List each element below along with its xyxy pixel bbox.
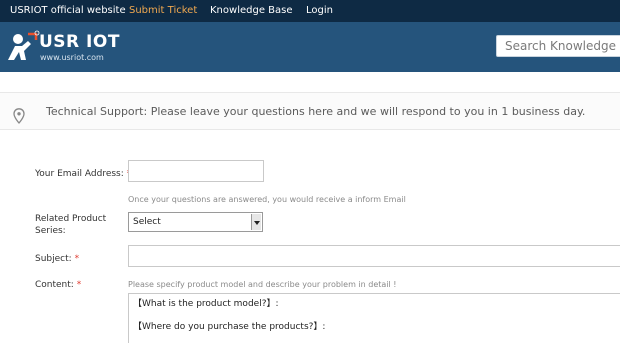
location-pin-icon	[13, 108, 25, 124]
email-field[interactable]	[128, 160, 264, 182]
email-label-text: Your Email Address:	[35, 169, 124, 179]
subject-label-text: Subject:	[35, 254, 72, 264]
content-hint: Please specify product model and describ…	[128, 280, 397, 289]
top-nav: USRIOT official website Submit Ticket Kn…	[0, 0, 620, 22]
content-label: Content: *	[35, 279, 81, 291]
content-textarea[interactable]: 【What is the product model?】: 【Where do …	[128, 293, 620, 343]
nav-knowledge-base-link[interactable]: Knowledge Base	[210, 4, 293, 18]
brand-name: USR IOT	[39, 32, 120, 52]
support-notice-text: Technical Support: Please leave your que…	[46, 105, 586, 118]
usr-iot-logo-icon	[8, 30, 40, 60]
subject-field[interactable]	[128, 245, 620, 267]
product-series-label-line1: Related Product	[35, 214, 107, 224]
email-label: Your Email Address: *	[35, 168, 131, 180]
subject-label: Subject: *	[35, 253, 79, 265]
email-hint: Once your questions are answered, you wo…	[128, 195, 406, 204]
required-asterisk: *	[76, 280, 82, 290]
chevron-down-icon[interactable]	[251, 214, 261, 230]
content-label-text: Content:	[35, 280, 74, 290]
knowledge-base-search-input[interactable]	[496, 35, 620, 57]
content-prefill-line2: 【Where do you purchase the products?】:	[133, 322, 326, 332]
required-asterisk: *	[74, 254, 80, 264]
product-series-select[interactable]: Select	[128, 212, 263, 232]
brand-url: www.usriot.com	[40, 53, 104, 62]
product-series-label-line2: Series:	[35, 226, 66, 236]
nav-submit-ticket-link[interactable]: Submit Ticket	[129, 4, 197, 18]
nav-login-link[interactable]: Login	[306, 4, 333, 18]
nav-official-website-link[interactable]: USRIOT official website	[10, 4, 126, 18]
product-series-selected-value: Select	[133, 217, 161, 227]
content-prefill-line1: 【What is the product model?】:	[133, 299, 279, 309]
product-series-label: Related Product Series:	[35, 213, 106, 237]
